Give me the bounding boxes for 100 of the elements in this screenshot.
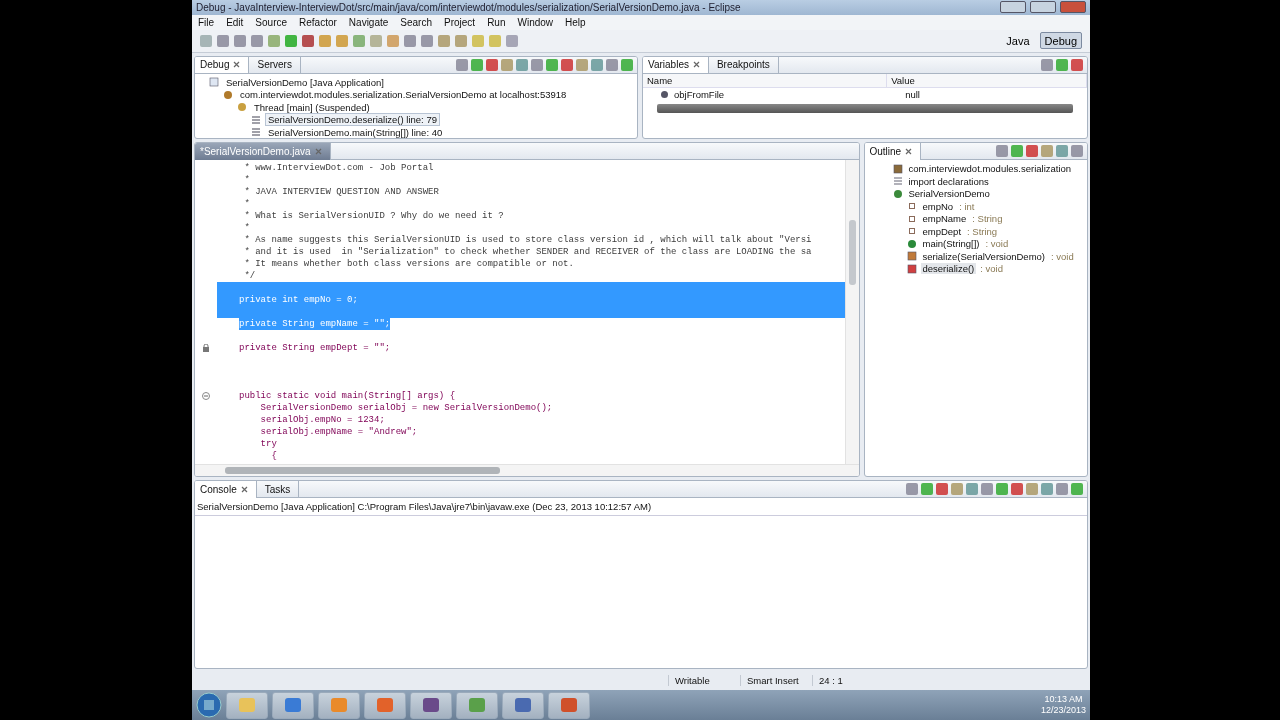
toolbar-icon[interactable] <box>421 34 433 47</box>
toolbar-icon[interactable] <box>1071 58 1083 71</box>
minimize-button[interactable] <box>1000 1 1026 14</box>
close-icon[interactable] <box>905 147 913 155</box>
outline-item[interactable]: main(String[]) <box>920 238 982 250</box>
close-icon[interactable] <box>240 485 248 493</box>
taskbar-app-button[interactable] <box>272 691 314 719</box>
toolbar-icon[interactable] <box>387 34 399 47</box>
tree-item[interactable]: com.interviewdot.modules.serialization.SerialVersionDemo at localhost:53918 <box>237 88 570 102</box>
menu-item[interactable]: Search <box>400 16 432 28</box>
start-button[interactable] <box>196 692 222 719</box>
toolbar-icon[interactable] <box>996 145 1008 158</box>
toolbar-icon[interactable] <box>591 58 603 71</box>
toolbar-icon[interactable] <box>506 34 518 47</box>
menu-item[interactable]: Project <box>444 16 476 28</box>
toolbar-icon[interactable] <box>370 34 382 47</box>
menu-item[interactable]: Edit <box>226 16 244 28</box>
app-icon <box>331 698 347 713</box>
toolbar-icon[interactable] <box>217 34 229 47</box>
toolbar-icon[interactable] <box>302 34 314 47</box>
taskbar-app-button[interactable] <box>456 691 498 719</box>
code-line: { <box>270 450 277 463</box>
toolbar-icon[interactable] <box>336 34 348 47</box>
menu-item[interactable]: File <box>198 16 215 28</box>
menu-item[interactable]: Window <box>517 16 554 28</box>
toolbar-icon[interactable] <box>471 58 483 71</box>
taskbar-app-button[interactable] <box>364 691 406 719</box>
outline-item[interactable]: deserialize() <box>920 263 977 275</box>
toolbar-icon[interactable] <box>486 58 498 71</box>
panel-tab[interactable]: Tasks <box>259 481 300 498</box>
code-line: * JAVA INTERVIEW QUESTION AND ANSWER <box>243 186 439 199</box>
menu-item[interactable]: Source <box>255 16 288 28</box>
toolbar-icon[interactable] <box>1071 145 1083 158</box>
outline-item[interactable]: empNo <box>920 200 956 212</box>
stack-frame-icon <box>251 127 261 138</box>
toolbar-icon[interactable] <box>576 58 588 71</box>
toolbar-icon[interactable] <box>251 34 263 47</box>
toolbar-icon[interactable] <box>906 483 918 495</box>
perspective-button[interactable]: Debug <box>1039 32 1082 50</box>
toolbar-icon[interactable] <box>936 483 948 495</box>
toolbar-icon[interactable] <box>981 483 993 495</box>
menu-item[interactable]: Navigate <box>348 16 389 28</box>
toolbar-icon[interactable] <box>455 34 467 47</box>
taskbar-app-button[interactable] <box>548 691 590 719</box>
toolbar-icon[interactable] <box>404 34 416 47</box>
panel-tab[interactable]: Outline <box>864 143 922 160</box>
outline-item[interactable]: import declarations <box>906 175 991 187</box>
toolbar-icon[interactable] <box>1011 145 1023 158</box>
tree-item[interactable]: Thread [main] (Suspended) <box>251 100 373 114</box>
tree-item[interactable]: SerialVersionDemo [Java Application] <box>223 75 387 89</box>
menu-item[interactable]: Help <box>565 16 586 28</box>
toolbar-icon[interactable] <box>561 58 573 71</box>
toolbar-icon[interactable] <box>1026 145 1038 158</box>
status-text: Writable <box>668 675 740 687</box>
field-icon <box>906 213 917 224</box>
toolbar-icon[interactable] <box>319 34 331 47</box>
toolbar-icon[interactable] <box>621 58 633 71</box>
maximize-button[interactable] <box>1030 1 1056 14</box>
outline-item[interactable]: com.interviewdot.modules.serialization <box>906 163 1074 175</box>
toolbar-icon[interactable] <box>200 34 212 47</box>
panel-tab[interactable]: Variables <box>643 56 709 74</box>
toolbar-icon[interactable] <box>1056 483 1068 495</box>
close-icon[interactable] <box>233 61 241 69</box>
panel-tab[interactable]: Servers <box>252 56 301 74</box>
outline-item[interactable]: serialize(SerialVersionDemo) <box>920 250 1047 262</box>
toolbar-icon[interactable] <box>516 58 528 71</box>
perspective-button[interactable]: Java <box>1001 32 1035 50</box>
outline-item[interactable]: empName <box>920 213 969 225</box>
toolbar-icon[interactable] <box>285 34 297 47</box>
outline-item[interactable]: empDept <box>920 225 964 237</box>
toolbar-icon[interactable] <box>234 34 246 47</box>
toolbar-icon[interactable] <box>456 58 468 71</box>
type-label: : void <box>1051 250 1074 262</box>
toolbar-icon[interactable] <box>438 34 450 47</box>
toolbar-icon[interactable] <box>353 34 365 47</box>
panel-tab[interactable]: Debug <box>195 56 250 74</box>
panel-tab[interactable]: Console <box>195 481 257 498</box>
code-line: * and it is used in "Serialization" to check whether SENDER and RECEIVER of the class are LOADING the sa <box>243 246 812 259</box>
menu-item[interactable]: Refactor <box>299 16 337 28</box>
toolbar-icon[interactable] <box>1056 145 1068 158</box>
taskbar-app-button[interactable] <box>410 691 452 719</box>
collapse-icon[interactable] <box>202 392 210 401</box>
close-icon[interactable] <box>692 61 700 69</box>
toolbar-icon[interactable] <box>1056 58 1068 71</box>
tree-item[interactable]: SerialVersionDemo.main(String[]) line: 40 <box>265 125 446 139</box>
tree-item[interactable]: SerialVersionDemo.deserialize() line: 79 <box>265 113 440 127</box>
code-line: * As name suggests this SerialVersionUID is used to store class version id , which will talk about "Versi <box>243 234 812 247</box>
toolbar-icon[interactable] <box>531 58 543 71</box>
toolbar-icon[interactable] <box>501 58 513 71</box>
close-button[interactable] <box>1060 1 1086 14</box>
menu-item[interactable]: Run <box>487 16 506 28</box>
taskbar-app-button[interactable] <box>502 691 544 719</box>
outline-item[interactable]: SerialVersionDemo <box>906 188 992 200</box>
toolbar-icon[interactable] <box>606 58 618 71</box>
toolbar-icon[interactable] <box>546 58 558 71</box>
toolbar-icon[interactable] <box>1011 483 1023 495</box>
toolbar-icon[interactable] <box>1041 58 1053 71</box>
panel-tab[interactable]: Breakpoints <box>711 56 779 74</box>
toolbar-icon[interactable] <box>1041 145 1053 158</box>
toolbar-icon[interactable] <box>268 34 280 47</box>
